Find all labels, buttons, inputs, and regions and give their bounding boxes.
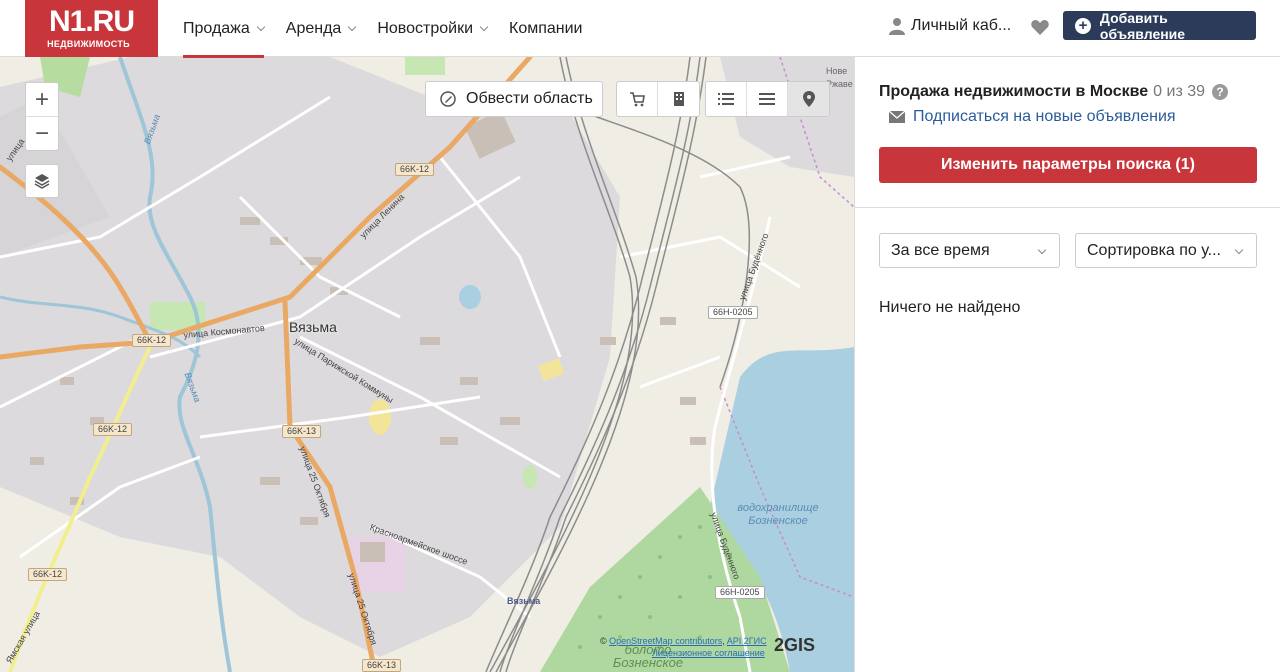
results-title: Продажа недвижимости в Москве xyxy=(879,83,1149,100)
layers-icon xyxy=(34,174,50,189)
period-select[interactable]: За все время xyxy=(879,233,1060,268)
2gis-logo[interactable]: 2GIS xyxy=(774,635,815,656)
nav-new-buildings[interactable]: Новостройки xyxy=(377,0,489,57)
personal-cabinet-link[interactable]: Личный каб... xyxy=(889,17,1011,35)
map-tiles xyxy=(0,57,854,672)
plus-circle-icon: + xyxy=(1075,17,1091,34)
change-search-params-button[interactable]: Изменить параметры поиска (1) xyxy=(879,147,1257,183)
city-label: Вязьма xyxy=(289,319,337,335)
water-label: водохранилище Бозненское xyxy=(737,502,819,527)
road-sign: 66H-0205 xyxy=(715,586,765,599)
main-nav: Продажа Аренда Новостройки Компании xyxy=(183,0,605,58)
period-select-value: За все время xyxy=(891,241,990,259)
results-title-row: Продажа недвижимости в Москве 0 из 39 ? xyxy=(879,83,1229,101)
subscribe-label: Подписаться на новые объявления xyxy=(913,108,1176,125)
nav-rent[interactable]: Аренда xyxy=(285,0,357,57)
zoom-control: + − xyxy=(25,82,59,151)
road-sign: 66K-12 xyxy=(28,568,68,581)
map-pin-icon xyxy=(802,91,815,107)
buildings-toggle[interactable] xyxy=(658,82,699,116)
chevron-down-icon xyxy=(1234,245,1244,255)
cart-icon xyxy=(630,92,645,107)
panel-divider xyxy=(855,207,1280,208)
logo-sub-text: НЕДВИЖИМОСТЬ xyxy=(47,39,130,49)
road-sign: 66K-12 xyxy=(132,334,172,347)
subscribe-link[interactable]: Подписаться на новые объявления xyxy=(889,108,1176,126)
road-sign: 66K-13 xyxy=(282,425,322,438)
results-panel: Продажа недвижимости в Москве 0 из 39 ? … xyxy=(854,57,1280,672)
nav-rent-label: Аренда xyxy=(285,19,342,37)
attribution-prefix: © xyxy=(600,636,607,646)
api-link[interactable]: API 2ГИС xyxy=(727,636,767,646)
chevron-down-icon xyxy=(348,22,357,31)
nav-companies[interactable]: Компании xyxy=(509,0,583,57)
compact-view-button[interactable] xyxy=(747,82,788,116)
add-listing-button[interactable]: + Добавить объявление xyxy=(1063,9,1256,42)
list-view-button[interactable] xyxy=(706,82,747,116)
2gis-logo-text: 2GIS xyxy=(774,635,816,655)
road-sign: 66K-12 xyxy=(93,423,133,436)
nav-sale-label: Продажа xyxy=(183,19,250,37)
logo-main-text: N1.RU xyxy=(48,5,135,38)
help-icon[interactable]: ? xyxy=(1212,84,1229,100)
road-sign: 66H-0205 xyxy=(708,306,758,319)
map-view[interactable]: 66K-12 66K-12 66K-12 66K-12 66K-13 66K-1… xyxy=(0,57,854,672)
add-listing-label: Добавить объявление xyxy=(1099,9,1186,42)
user-icon xyxy=(889,18,905,35)
chevron-down-icon xyxy=(256,22,266,31)
shops-toggle[interactable] xyxy=(617,82,658,116)
empty-results-message: Ничего не найдено xyxy=(879,299,1021,316)
chevron-down-icon xyxy=(479,22,489,31)
building-icon xyxy=(673,92,684,106)
envelope-icon xyxy=(889,111,905,123)
view-mode-group xyxy=(705,81,830,117)
menu-icon xyxy=(759,93,775,105)
cabinet-label: Личный каб... xyxy=(911,17,1012,34)
zoom-out-button[interactable]: − xyxy=(26,117,58,151)
layers-button[interactable] xyxy=(25,164,59,198)
favorites-heart-icon[interactable] xyxy=(1031,19,1049,36)
road-sign: 66K-12 xyxy=(395,163,435,176)
chevron-down-icon xyxy=(1037,245,1047,255)
draw-area-button[interactable]: Обвести область xyxy=(425,81,603,117)
draw-area-label: Обвести область xyxy=(466,90,593,107)
sort-select-value: Сортировка по у... xyxy=(1087,241,1221,259)
list-icon xyxy=(718,93,734,105)
nav-companies-label: Компании xyxy=(509,19,583,37)
header: N1.RU НЕДВИЖИМОСТЬ Продажа Аренда Новост… xyxy=(0,0,1280,58)
map-attribution: © OpenStreetMap contributors, API 2ГИС Л… xyxy=(600,636,767,658)
osm-link[interactable]: OpenStreetMap contributors xyxy=(609,636,722,646)
sort-select[interactable]: Сортировка по у... xyxy=(1075,233,1257,268)
nav-sale[interactable]: Продажа xyxy=(183,0,266,58)
nav-new-buildings-label: Новостройки xyxy=(377,19,473,37)
results-count: 0 из 39 xyxy=(1153,83,1206,100)
license-link[interactable]: Лицензионное соглашение xyxy=(652,648,765,658)
road-sign: 66K-13 xyxy=(362,659,402,672)
zoom-in-button[interactable]: + xyxy=(26,83,58,117)
poi-toggle-group xyxy=(616,81,700,117)
n1-logo[interactable]: N1.RU НЕДВИЖИМОСТЬ xyxy=(25,0,158,57)
map-view-button[interactable] xyxy=(788,82,829,116)
draw-pencil-icon xyxy=(440,91,456,107)
station-label: Вязьма xyxy=(507,596,541,606)
